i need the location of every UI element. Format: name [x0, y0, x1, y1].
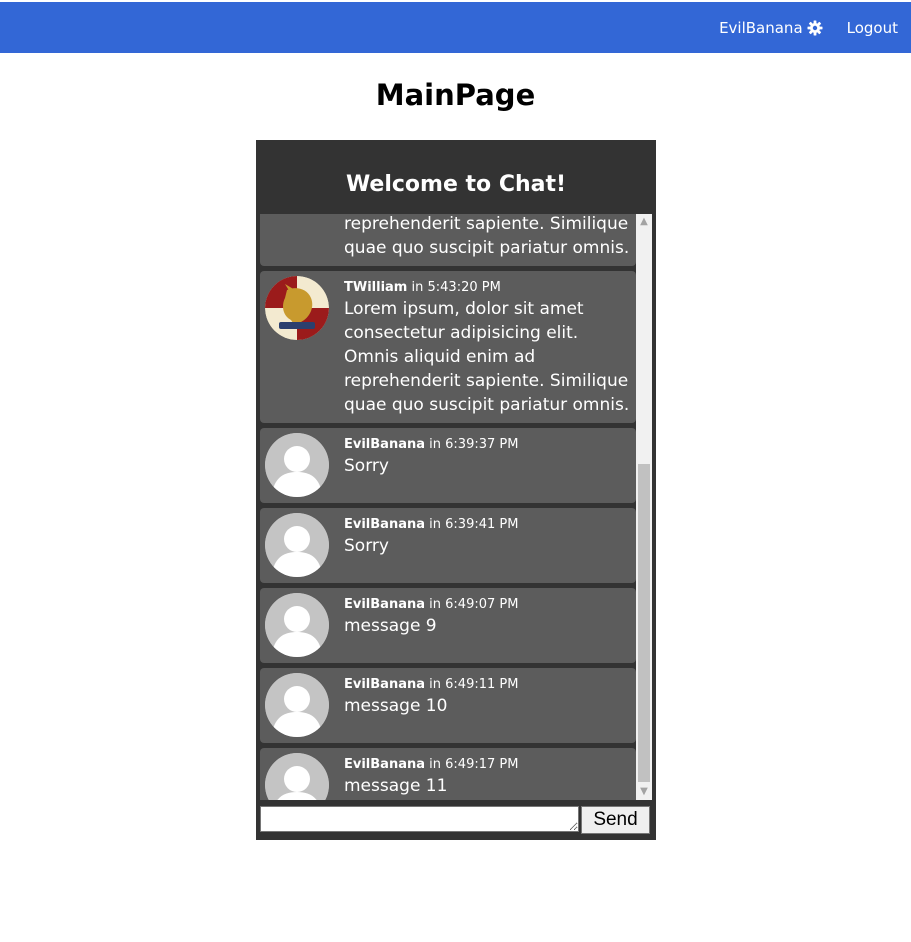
avatar: [265, 433, 329, 497]
message-body: EvilBanana in 6:39:41 PM Sorry: [344, 513, 634, 577]
message-item: EvilBanana in 6:49:17 PM message 11: [260, 748, 636, 800]
message-in-word: in: [429, 677, 442, 692]
user-settings-link[interactable]: EvilBanana: [719, 19, 823, 37]
message-author: EvilBanana: [344, 677, 426, 692]
top-navbar: EvilBanana Logout: [0, 2, 911, 53]
default-avatar-icon: [265, 673, 329, 737]
message-body: EvilBanana in 6:49:07 PM message 9: [344, 593, 634, 657]
message-body: EvilBanana in 6:39:37 PM Sorry: [344, 433, 634, 497]
message-time: 6:39:41 PM: [445, 517, 519, 532]
avatar: [265, 276, 329, 340]
default-avatar-icon: [265, 593, 329, 657]
message-item: TWilliam in 5:43:20 PM Lorem ipsum, dolor…: [260, 271, 636, 423]
message-item: EvilBanana in 6:49:07 PM message 9: [260, 588, 636, 663]
message-item: EvilBanana in 6:49:11 PM message 10: [260, 668, 636, 743]
message-author: TWilliam: [344, 280, 408, 295]
message-text: Sorry: [344, 456, 389, 476]
message-item: EvilBanana in 6:39:41 PM Sorry: [260, 508, 636, 583]
message-meta: EvilBanana in 6:49:07 PM: [344, 596, 634, 614]
message-text: Lorem ipsum, dolor sit amet consectetur …: [344, 299, 630, 415]
avatar: [265, 673, 329, 737]
message-meta: TWilliam in 5:43:20 PM: [344, 279, 634, 297]
message-composer: Send: [260, 806, 652, 836]
message-item: Lorem ipsum, dolor sit amet consectetur …: [260, 214, 636, 266]
message-body: TWilliam in 5:43:20 PM Lorem ipsum, dolor…: [344, 276, 634, 417]
message-in-word: in: [429, 757, 442, 772]
message-time: 5:43:20 PM: [427, 280, 501, 295]
default-avatar-icon: [265, 513, 329, 577]
default-avatar-icon: [265, 433, 329, 497]
message-scrollbar[interactable]: ▲ ▼: [636, 214, 652, 800]
message-author: EvilBanana: [344, 517, 426, 532]
message-in-word: in: [429, 597, 442, 612]
logout-link[interactable]: Logout: [847, 19, 898, 37]
message-in-word: in: [429, 517, 442, 532]
chat-panel: Welcome to Chat! Lorem ipsum, dolor sit …: [256, 140, 656, 840]
message-body: EvilBanana in 6:49:11 PM message 10: [344, 673, 634, 737]
message-meta: EvilBanana in 6:49:17 PM: [344, 756, 634, 774]
message-meta: EvilBanana in 6:39:37 PM: [344, 436, 634, 454]
message-text: Sorry: [344, 536, 389, 556]
message-time: 6:49:07 PM: [445, 597, 519, 612]
avatar: [265, 753, 329, 800]
crest-avatar-icon: [265, 276, 329, 340]
message-list: Lorem ipsum, dolor sit amet consectetur …: [260, 214, 636, 800]
message-meta: EvilBanana in 6:39:41 PM: [344, 516, 634, 534]
default-avatar-icon: [265, 753, 329, 800]
message-list-viewport[interactable]: Lorem ipsum, dolor sit amet consectetur …: [260, 214, 636, 800]
gear-icon: [807, 20, 823, 36]
message-text: message 11: [344, 776, 448, 796]
message-author: EvilBanana: [344, 597, 426, 612]
message-input[interactable]: [260, 806, 579, 832]
scroll-up-icon[interactable]: ▲: [636, 214, 652, 230]
chat-title: Welcome to Chat!: [345, 172, 567, 197]
avatar: [265, 513, 329, 577]
scrollbar-thumb[interactable]: [638, 464, 650, 782]
chat-header: Welcome to Chat!: [256, 140, 656, 214]
message-text: message 9: [344, 616, 437, 636]
page-title: MainPage: [375, 78, 536, 112]
message-item: EvilBanana in 6:39:37 PM Sorry: [260, 428, 636, 503]
message-body: EvilBanana in 6:49:17 PM message 11: [344, 753, 634, 800]
username-label: EvilBanana: [719, 18, 803, 37]
send-button[interactable]: Send: [581, 806, 650, 834]
message-in-word: in: [411, 280, 424, 295]
message-meta: EvilBanana in 6:49:11 PM: [344, 676, 634, 694]
message-author: EvilBanana: [344, 757, 426, 772]
message-time: 6:49:11 PM: [445, 677, 519, 692]
message-body: Lorem ipsum, dolor sit amet consectetur …: [344, 214, 634, 260]
message-text: Lorem ipsum, dolor sit amet consectetur …: [344, 214, 630, 258]
scroll-down-icon[interactable]: ▼: [636, 784, 652, 800]
message-author: EvilBanana: [344, 437, 426, 452]
message-time: 6:39:37 PM: [445, 437, 519, 452]
message-text: message 10: [344, 696, 448, 716]
avatar: [265, 593, 329, 657]
message-time: 6:49:17 PM: [445, 757, 519, 772]
message-in-word: in: [429, 437, 442, 452]
